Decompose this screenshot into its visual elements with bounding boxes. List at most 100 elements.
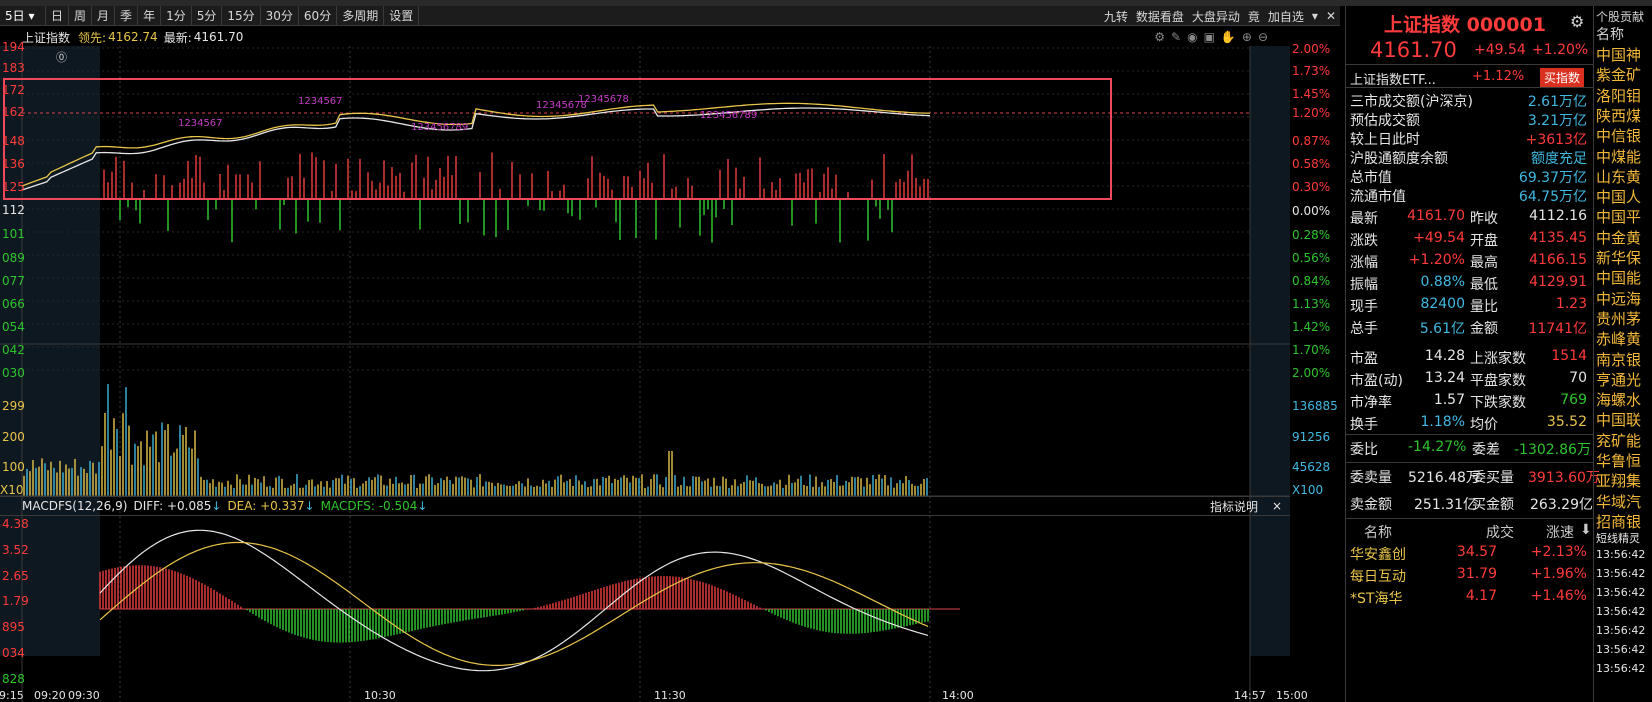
chevron-down-icon[interactable]: ▾ [1312,9,1318,23]
eye-icon[interactable]: ◉ [1187,30,1197,44]
data-board-button[interactable]: 数据看盘 [1136,8,1184,25]
pct-axis-label: 1.45% [1292,87,1331,101]
contribution-item[interactable]: 中金黄 [1596,227,1641,248]
contribution-item[interactable]: 山东黄 [1596,166,1641,187]
short-line-time[interactable]: 13:56:42 [1596,662,1645,675]
contribution-item[interactable]: 招商银 [1596,511,1641,532]
zoom-out-icon[interactable]: ⊖ [1258,30,1268,44]
short-line-time[interactable]: 13:56:42 [1596,586,1645,599]
contribution-item[interactable]: 中远海 [1596,288,1641,309]
contribution-item[interactable]: 中信银 [1596,125,1641,146]
price-axis-label: 042 [2,343,25,357]
period-30min[interactable]: 30分 [261,5,299,26]
close-icon[interactable]: ✕ [1326,9,1336,23]
weicha-label: 委差 [1472,442,1500,458]
contribution-item[interactable]: 陕西煤 [1596,105,1641,126]
volume-axis-label: 136885 [1292,399,1338,413]
summary-value: 2.61万亿 [1527,94,1587,110]
latest-label: 最新: [163,30,192,45]
summary-row: 沪股通额度余额 额度充足 [1346,147,1593,167]
nine-turn-marker: 1234567 [298,96,343,107]
price-axis-label: 136 [2,157,25,171]
quote-grid-row: 市盈 14.28 上涨家数 1514 [1346,346,1593,368]
quote-field-value: 1.18% [1420,414,1465,430]
jiuzhuan-button[interactable]: 九转 [1104,8,1128,25]
quote-field-value: 11741亿 [1528,321,1587,337]
contribution-item[interactable]: 紫金矿 [1596,64,1641,85]
settings-button[interactable]: 设置 [384,5,420,26]
list-header-speed[interactable]: 涨速 [1546,522,1574,542]
layer-icon[interactable]: ▣ [1204,30,1215,44]
contribution-item[interactable]: 新华保 [1596,247,1641,268]
down-arrow-icon: ↓ [211,499,222,513]
pct-axis-label: 1.20% [1292,106,1331,120]
short-line-time[interactable]: 13:56:42 [1596,624,1645,637]
contribution-item[interactable]: 中煤能 [1596,146,1641,167]
close-icon[interactable]: × [1272,499,1282,513]
contribution-item[interactable]: 中国能 [1596,267,1641,288]
period-combo[interactable]: 5日 ▾ [0,5,46,26]
quote-grid-row: 总手 5.61亿 金额 11741亿 [1346,316,1593,338]
indicator-help-button[interactable]: 指标说明 [1210,498,1258,515]
period-15min[interactable]: 15分 [222,5,261,26]
contribution-item[interactable]: 亨通光 [1596,369,1641,390]
gear-icon[interactable]: ⚙ [1154,30,1165,44]
list-item[interactable]: 每日互动 31.79 +1.96% [1346,564,1593,586]
help-icon[interactable]: ⓪ [56,51,67,64]
summary-label: 流通市值 [1350,189,1406,205]
sort-down-icon[interactable]: ⬇ [1580,522,1592,538]
contribution-item[interactable]: 中国人 [1596,186,1641,207]
summary-label: 预估成交额 [1350,113,1420,129]
contribution-item[interactable]: 华域汽 [1596,491,1641,512]
contribution-item[interactable]: 赤峰黄 [1596,328,1641,349]
period-60min[interactable]: 60分 [299,5,338,26]
short-line-time[interactable]: 13:56:42 [1596,548,1645,561]
volume-axis-label: 299 [2,399,25,413]
contribution-item[interactable]: 南京银 [1596,349,1641,370]
list-item[interactable]: *ST海华 4.17 +1.46% [1346,586,1593,608]
contribution-item[interactable]: 中国联 [1596,409,1641,430]
etf-row[interactable]: 上证指数ETF... +1.12% 买指数 [1346,64,1593,88]
period-month[interactable]: 月 [92,5,116,26]
price-axis-label: 183 [2,61,25,75]
pen-icon[interactable]: ✎ [1171,30,1181,44]
period-5min[interactable]: 5分 [192,5,223,26]
price-axis-label: 194 [2,40,25,54]
contribution-item[interactable]: 中国神 [1596,44,1641,65]
contribution-item[interactable]: 亚翔集 [1596,470,1641,491]
pct-axis-label: 1.73% [1292,64,1331,78]
short-line-time[interactable]: 13:56:42 [1596,643,1645,656]
summary-label: 总市值 [1350,170,1392,186]
contribution-item[interactable]: 洛阳钼 [1596,85,1641,106]
period-1min[interactable]: 1分 [161,5,192,26]
period-multi[interactable]: 多周期 [337,5,385,26]
quote-field-value: 4166.15 [1529,252,1587,268]
market-alert-button[interactable]: 大盘异动 [1192,8,1240,25]
volume-axis-label: 200 [2,430,25,444]
zoom-in-icon[interactable]: ⊕ [1242,30,1252,44]
contribution-item[interactable]: 中国平 [1596,206,1641,227]
quote-field-value: 1.23 [1555,296,1587,312]
auction-button[interactable]: 竟 [1248,8,1260,25]
contribution-item[interactable]: 华鲁恒 [1596,450,1641,471]
buy-volume-label: 委买量 [1472,470,1514,486]
intraday-chart[interactable]: 1234567 1234567 123456789 12345678 12345… [0,46,1290,702]
period-year[interactable]: 年 [138,5,162,26]
short-line-time[interactable]: 13:56:42 [1596,605,1645,618]
contribution-item[interactable]: 贵州茅 [1596,308,1641,329]
gear-icon[interactable]: ⚙ [1570,12,1584,31]
short-line-time[interactable]: 13:56:42 [1596,567,1645,580]
contribution-item[interactable]: 海螺水 [1596,389,1641,410]
period-week[interactable]: 周 [69,5,93,26]
order-row: 委卖量 5216.48万 委买量 3913.60万 [1346,462,1600,486]
period-quarter[interactable]: 季 [115,5,139,26]
hand-icon[interactable]: ✋ [1221,30,1236,44]
period-day[interactable]: 日 [46,5,70,26]
list-item[interactable]: 华安鑫创 34.57 +2.13% [1346,542,1593,564]
contribution-item[interactable]: 兖矿能 [1596,430,1641,451]
quote-field-label: 下跌家数 [1470,395,1526,411]
add-watchlist-button[interactable]: 加自选 [1268,8,1304,25]
buy-index-button[interactable]: 买指数 [1540,68,1585,87]
quote-grid-row: 最新 4161.70 昨收 4112.16 [1346,206,1593,228]
macd-axis-label: 4.38 [2,517,29,531]
